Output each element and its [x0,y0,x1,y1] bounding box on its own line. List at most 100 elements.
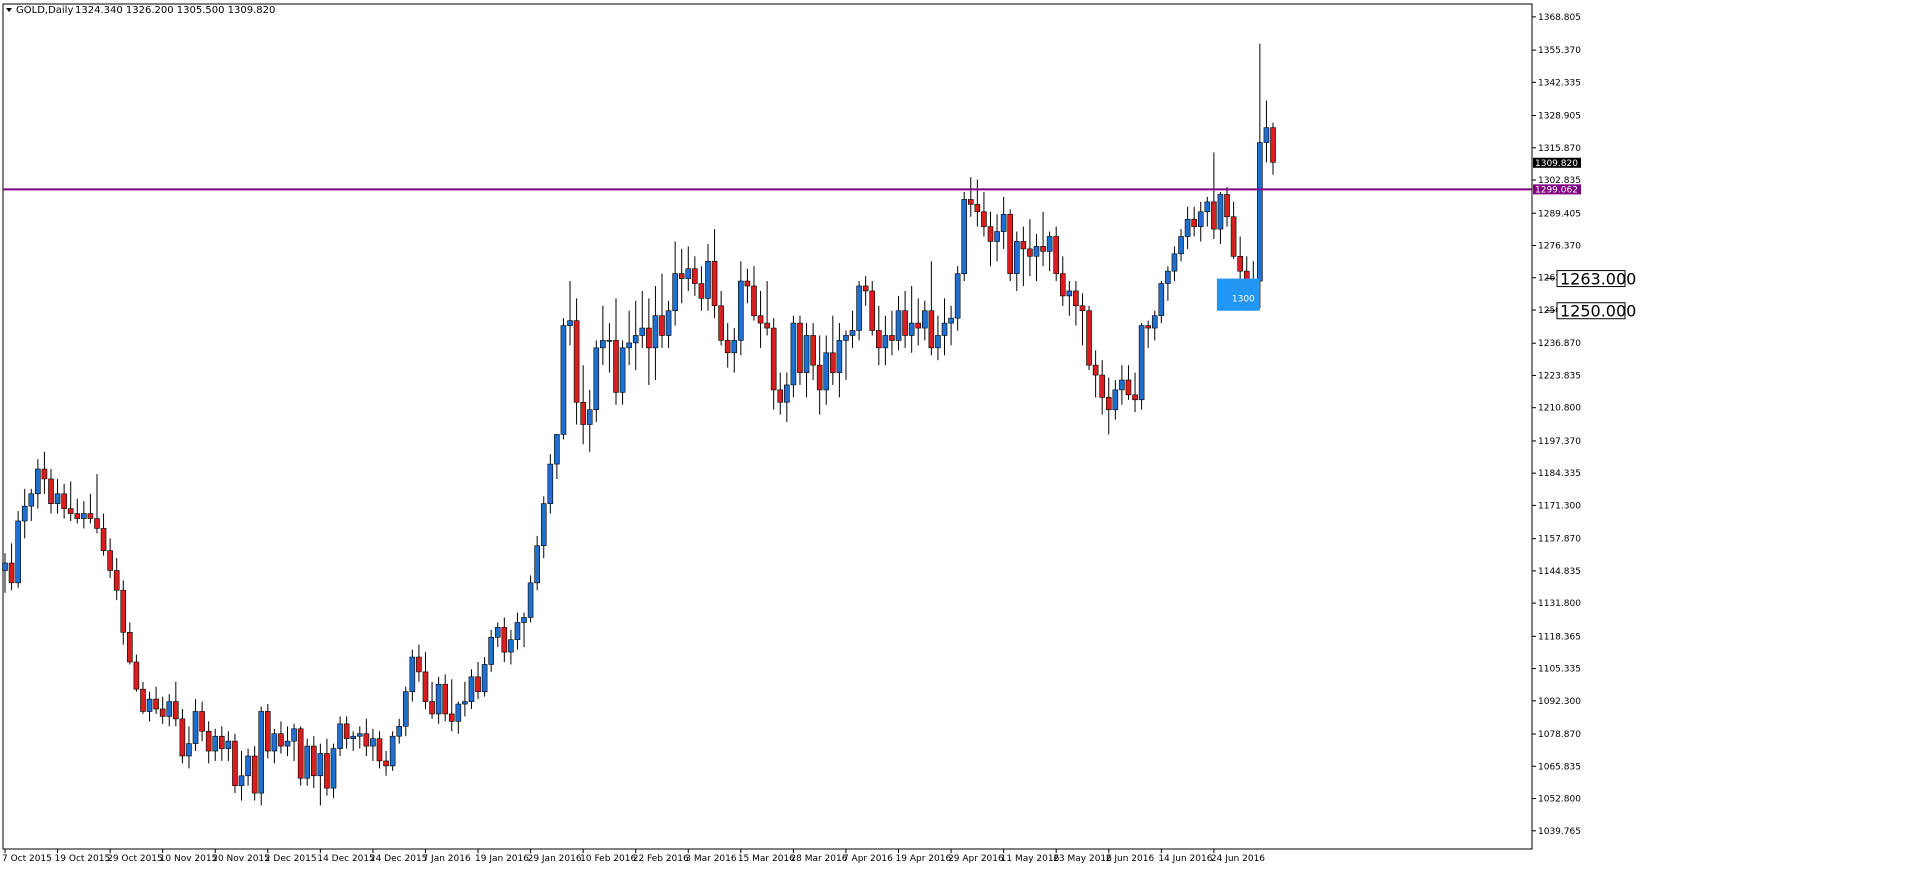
bullish-candle [1112,389,1119,410]
bullish-candle [731,340,738,354]
bearish-candle [429,701,435,715]
bearish-candle [770,327,777,391]
bearish-candle [744,280,751,287]
zone-box-label: 1300 [1232,295,1255,305]
bullish-candle [389,735,396,767]
chart-container[interactable]: GOLD,Daily 1324.340 1326.200 1305.500 13… [0,0,1916,866]
bullish-candle [1165,270,1171,284]
bullish-candle [836,340,843,373]
price-chart[interactable]: GOLD,Daily 1324.340 1326.200 1305.500 13… [0,0,1916,866]
annotations-layer[interactable]: 1300 1263.000 1250.000 [1216,270,1636,321]
bullish-candle [468,676,475,702]
bearish-candle [816,364,823,391]
bearish-candle [140,688,146,712]
bullish-candle [849,330,856,336]
bullish-candle [1046,236,1053,252]
bullish-candle [317,753,324,777]
bearish-candle [646,327,652,349]
bullish-candle [560,325,567,435]
price-tick-label: 1328.905 [1538,112,1581,122]
bearish-candle [127,632,133,663]
price-tick-label: 1052.800 [1538,795,1581,805]
bullish-candle [2,562,8,571]
bearish-candle [757,315,764,324]
bearish-candle [1191,218,1197,227]
bullish-candle [192,711,199,744]
bullish-candle [685,268,692,279]
bearish-candle [199,711,205,732]
bullish-candle [626,342,632,349]
bullish-candle [1263,127,1270,143]
bearish-candle [363,733,370,747]
price-label-text: 1250.000 [1560,302,1636,321]
bullish-candle [35,468,41,495]
price-tick-label: 1197.370 [1538,437,1581,447]
bullish-candle [593,347,600,410]
bearish-candle [698,283,705,299]
bullish-candle [738,280,744,341]
bullish-candle [521,617,527,623]
bullish-candle [527,582,534,618]
bearish-candle [74,513,81,519]
bullish-candle [238,775,245,786]
bearish-candle [1270,127,1276,163]
bullish-candle [350,735,357,739]
bearish-candle [1211,201,1217,230]
bullish-candle [514,622,521,641]
bullish-candle [370,738,376,747]
horizontal-lines-layer[interactable]: 1299.062 [3,184,1581,195]
bearish-candle [442,683,448,715]
price-tick-label: 1078.870 [1538,730,1581,740]
bullish-candle [28,493,35,507]
price-tick-label: 1302.835 [1538,176,1581,186]
bearish-candle [678,273,685,279]
bearish-candle [232,740,238,786]
bearish-candle [383,760,389,767]
bearish-candle [475,676,481,692]
bearish-candle [1224,194,1230,218]
time-tick-label: 11 May 2016 [1001,854,1060,864]
bearish-candle [120,589,127,633]
triangle-down-icon[interactable] [6,8,12,12]
bullish-candle [639,327,646,336]
bearish-candle [967,199,974,205]
bearish-candle [777,389,784,403]
bullish-candle [481,664,488,692]
bullish-candle [1119,379,1125,391]
bullish-candle [455,703,462,722]
time-tick-label: 24 Jun 2016 [1211,854,1265,864]
bullish-candle [212,735,219,752]
bearish-candle [133,661,140,690]
price-tick-label: 1276.370 [1538,242,1581,252]
bearish-candle [613,340,619,393]
price-tick-label: 1131.800 [1538,599,1581,609]
bullish-candle [166,701,173,717]
time-tick-label: 28 Mar 2016 [790,854,847,864]
time-axis: 7 Oct 2015 19 Oct 201529 Oct 201510 Nov 2… [2,849,1265,864]
bearish-candle [862,285,869,292]
time-tick-label: 7 Jan 2016 [422,854,470,864]
bearish-candle [797,322,803,373]
bullish-candle [1217,194,1224,230]
bullish-candle [1158,283,1165,316]
bearish-candle [876,330,882,349]
bullish-candle [954,273,961,319]
bearish-candle [173,701,179,720]
price-tick-label: 1342.335 [1538,78,1581,88]
bullish-candle [396,726,403,737]
bearish-candle [1027,248,1033,257]
bullish-candle [547,463,554,504]
bullish-candle [1000,213,1007,232]
bearish-candle [251,755,258,794]
bearish-candle [1237,256,1243,272]
current-price-label: 1309.820 [1535,159,1578,169]
chart-header: GOLD,Daily 1324.340 1326.200 1305.500 13… [6,5,275,16]
bullish-candle [284,740,291,747]
bullish-candle [600,340,606,349]
bullish-candle [1013,241,1020,274]
bearish-candle [889,335,895,341]
bullish-candle [508,639,514,653]
bullish-candle [81,513,87,519]
bullish-candle [882,335,889,349]
time-tick-label: 24 Dec 2015 [370,854,428,864]
